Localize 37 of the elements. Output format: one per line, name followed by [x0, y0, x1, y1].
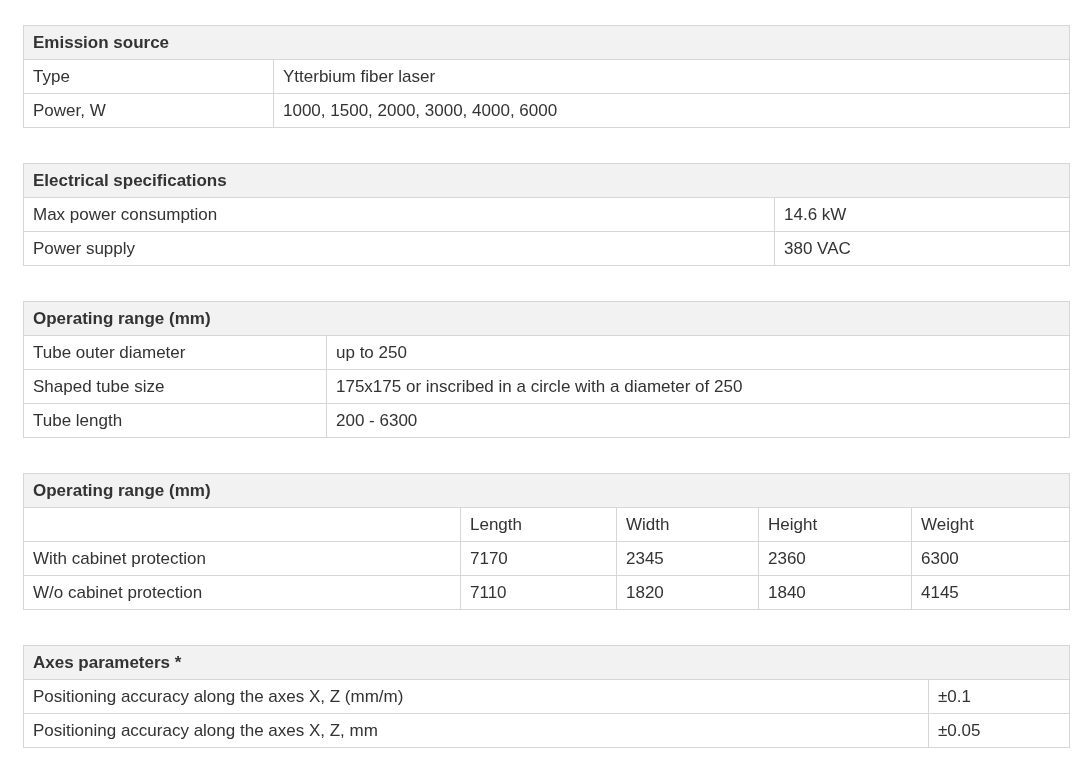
table-cell: ±0.05: [928, 714, 1069, 747]
table-cell-text: Positioning accuracy along the axes X, Z (mm/m): [32, 686, 405, 708]
table-cell-text: Tube outer diameter: [32, 342, 187, 364]
table-header: Operating range (mm): [24, 474, 1069, 508]
column-header: Weight: [911, 508, 1069, 541]
table-cell-text: Power supply: [32, 238, 137, 260]
table-cell-text: Type: [32, 66, 71, 88]
table-cell: 4145: [911, 576, 1069, 609]
table-cell: 200 - 6300: [326, 404, 1069, 437]
table-cell: 1000, 1500, 2000, 3000, 4000, 6000: [273, 94, 1069, 127]
table-cell-text: W/o cabinet protection: [32, 582, 204, 604]
table-cell: up to 250: [326, 336, 1069, 369]
table-header: Operating range (mm): [24, 302, 1069, 336]
table-cell: 1820: [616, 576, 758, 609]
table-cell-text: Tube length: [32, 410, 124, 432]
table-cell: 380 VAC: [774, 232, 1069, 265]
column-header: Height: [758, 508, 911, 541]
table-cell-text: Positioning accuracy along the axes X, Z, mm: [32, 720, 379, 742]
table-cell: 6300: [911, 542, 1069, 575]
table-cell: 2345: [616, 542, 758, 575]
table-cell: ±0.1: [928, 680, 1069, 713]
table-cell: 7110: [460, 576, 616, 609]
column-header: Length: [460, 508, 616, 541]
table-cell-text: With cabinet protection: [32, 548, 207, 570]
table-cell-text: Max power consumption: [32, 204, 219, 226]
table-cell: Ytterbium fiber laser: [273, 60, 1069, 93]
table-cell: 14.6 kW: [774, 198, 1069, 231]
table-cell-text: Shaped tube size: [32, 376, 166, 398]
column-header: Width: [616, 508, 758, 541]
table-cell-text: Power, W: [32, 100, 107, 122]
table-header: Emission source: [24, 26, 1069, 60]
table-header: Electrical specifications: [24, 164, 1069, 198]
table-cell: 175x175 or inscribed in a circle with a diameter of 250: [326, 370, 1069, 403]
table-cell: 2360: [758, 542, 911, 575]
table-header: Axes parameters *: [24, 646, 1069, 680]
table-cell: 1840: [758, 576, 911, 609]
table-cell: 7170: [460, 542, 616, 575]
